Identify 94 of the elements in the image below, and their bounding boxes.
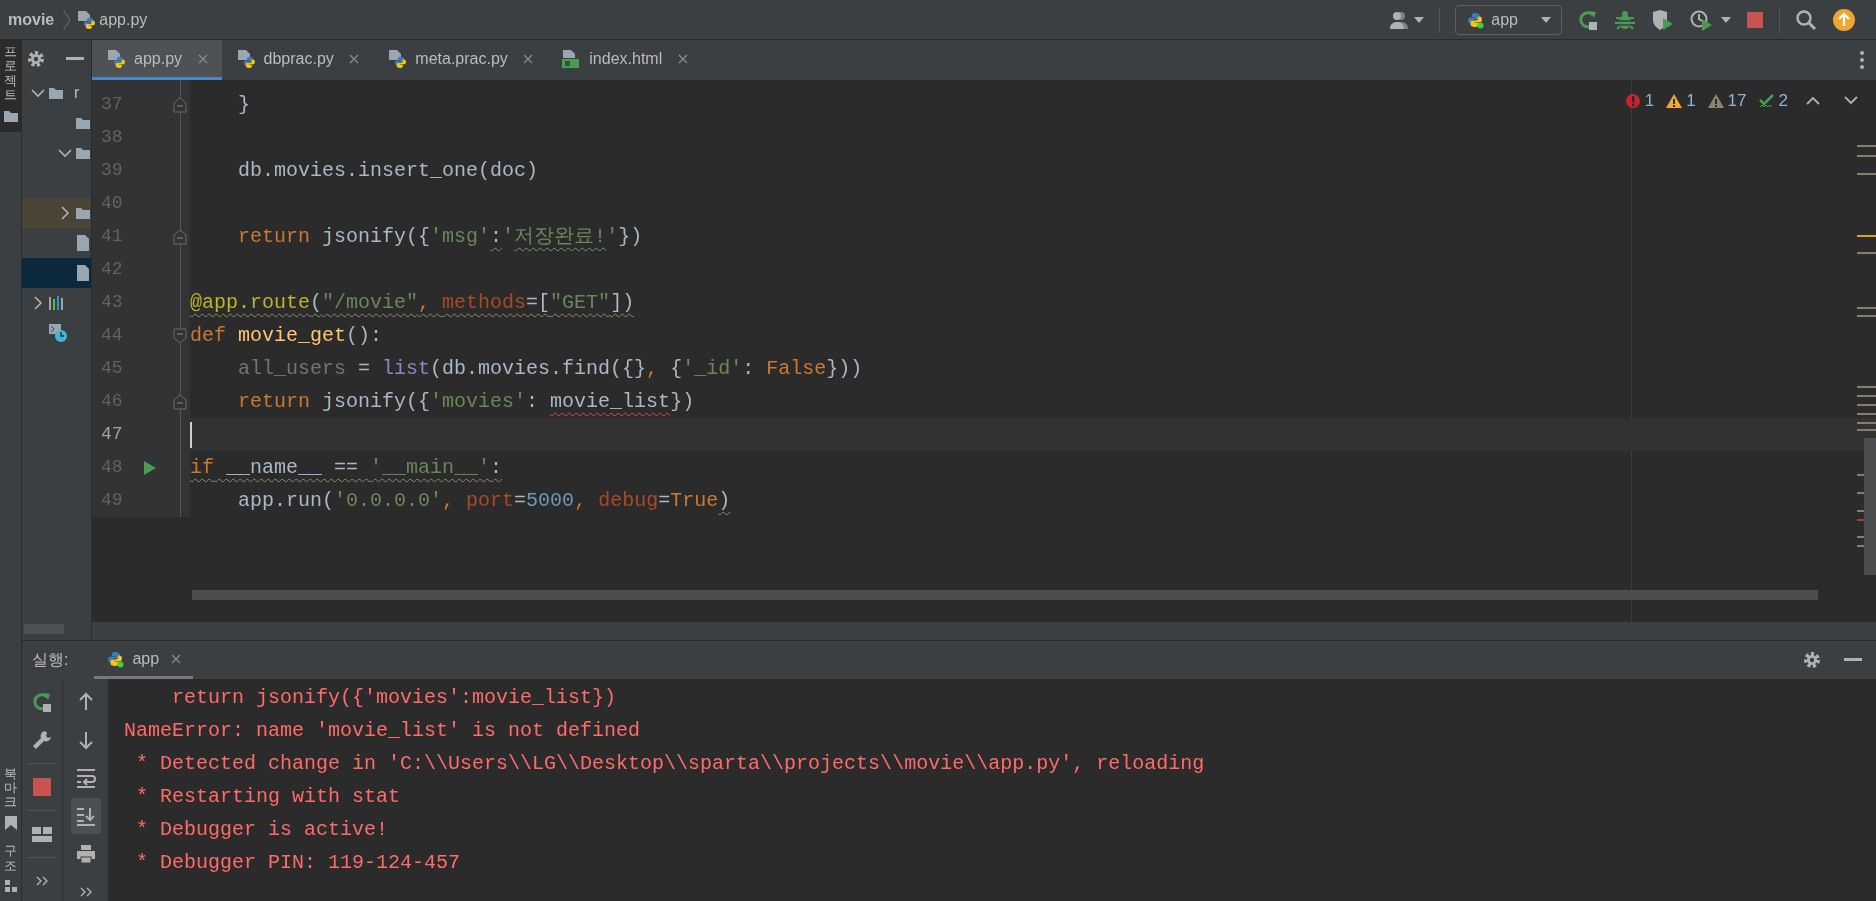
python-file-icon [106, 48, 126, 69]
chevron-right-icon [61, 9, 72, 30]
folder-icon [75, 205, 91, 221]
breadcrumb-item[interactable]: movie [8, 7, 55, 32]
chevron-down-icon [31, 88, 45, 98]
folder-icon [2, 108, 19, 125]
update-icon[interactable] [1832, 7, 1856, 32]
toggle-button[interactable] [70, 798, 101, 834]
users-icon [1388, 9, 1411, 30]
warning-icon[interactable] [1666, 92, 1683, 109]
bug-icon[interactable] [1613, 8, 1636, 31]
warning-icon[interactable] [1707, 92, 1724, 109]
structure-icon [3, 879, 18, 893]
code-line: return jsonify({'msg':'저장완료!'}) [237, 223, 643, 250]
more-vertical-icon[interactable] [1860, 51, 1864, 69]
search-icon[interactable] [1795, 8, 1817, 31]
console-line: * Debugger is active! [135, 817, 390, 843]
panel-title: 실행: [32, 650, 69, 670]
editor-tab[interactable]: index.html [547, 40, 702, 80]
clock-play-icon [1689, 8, 1714, 31]
problem-count[interactable]: 1 [1644, 88, 1655, 114]
caret-down-icon [1540, 16, 1551, 23]
run-configuration-dropdown[interactable]: app [1454, 4, 1562, 35]
rerun-icon[interactable] [31, 691, 53, 713]
problem-count[interactable]: 2 [1778, 88, 1788, 114]
console-line: * Debugger PIN: 119-124-457 [135, 850, 462, 876]
problem-count[interactable]: 1 [1686, 88, 1696, 114]
code-line: } [237, 91, 250, 118]
code-line: if __name__ == '__main__': [190, 454, 503, 481]
console-line: * Detected change in 'C:\\Users\\LG\\Desktop\\sparta\\projects\\movie\\app.py', reloading [135, 751, 1206, 777]
bookmark-icon [3, 815, 18, 832]
code-line: def movie_get(): [190, 322, 383, 349]
wrench-icon[interactable] [31, 729, 53, 751]
minimize-icon[interactable] [1844, 658, 1862, 662]
editor-tab[interactable]: meta.prac.py [373, 40, 548, 80]
tool-window-button[interactable]: 프로젝트 [0, 40, 22, 133]
tree-item[interactable]: r [22, 78, 91, 108]
code-line: @app.route("/movie", methods=["GET"]) [190, 289, 635, 316]
scrollbar-thumb[interactable] [192, 590, 1818, 600]
bar-chart-icon [48, 295, 66, 311]
python-file-icon [75, 9, 96, 30]
close-button[interactable] [523, 53, 534, 64]
code-line: return jsonify({'movies': movie_list}) [237, 388, 695, 415]
close-button[interactable] [349, 53, 360, 64]
down-arrow-icon[interactable] [77, 730, 94, 750]
breadcrumb-item[interactable]: app.py [99, 7, 148, 32]
settings-icon[interactable] [26, 49, 46, 69]
console-line: * Restarting with stat [135, 784, 402, 810]
up-arrow-icon[interactable] [77, 692, 94, 712]
tree-item[interactable] [22, 198, 91, 228]
scrollbar-thumb[interactable] [1864, 438, 1876, 575]
scroll-to-end-icon[interactable] [75, 806, 96, 826]
console-line: return jsonify({'movies':movie_list}) [171, 685, 618, 711]
close-button[interactable] [197, 53, 208, 64]
minimize-icon[interactable] [66, 57, 84, 61]
settings-icon[interactable] [1801, 650, 1822, 670]
editor-tab[interactable]: dbprac.py [221, 40, 374, 80]
folder-icon [75, 145, 91, 161]
soft-wrap-icon[interactable] [75, 768, 96, 788]
tool-window-button[interactable]: 구조 [0, 839, 22, 901]
chevron-right-icon [33, 296, 43, 310]
caret-down-icon [1721, 16, 1731, 23]
close-button[interactable] [677, 53, 688, 64]
account-button[interactable] [1388, 9, 1424, 30]
rerun-icon[interactable] [1576, 8, 1599, 31]
tree-item[interactable] [22, 258, 91, 288]
shield-play-icon[interactable] [1650, 8, 1675, 31]
python-file-icon [235, 48, 256, 69]
folder-icon [75, 115, 91, 131]
caret-down-icon [1413, 16, 1424, 23]
stop-icon[interactable] [1746, 10, 1764, 29]
close-button[interactable] [170, 653, 181, 664]
tool-window-button[interactable]: 북마크 [0, 761, 22, 840]
editor-tab[interactable]: app.py [92, 40, 222, 80]
error-icon[interactable] [1624, 92, 1641, 109]
chevron-right-icon [60, 206, 70, 220]
more-icon[interactable] [79, 887, 92, 897]
python-file-icon [387, 48, 408, 69]
line-number: 47 [100, 423, 124, 446]
check-icon[interactable] [1758, 92, 1775, 109]
code-line: all_users = list(db.movies.find({}, {'_id': False})) [237, 355, 863, 382]
code-line: db.movies.insert_one(doc) [237, 157, 539, 184]
run-icon[interactable] [143, 459, 157, 476]
more-icon[interactable] [36, 876, 48, 886]
layout-icon[interactable] [32, 826, 52, 842]
console-clock-icon [48, 323, 68, 343]
profile-button[interactable] [1689, 8, 1731, 31]
problem-count[interactable]: 17 [1727, 88, 1747, 114]
folder-icon [48, 85, 66, 101]
console-line: NameError: name 'movie_list' is not defined [124, 718, 642, 744]
html-file-icon [561, 48, 582, 69]
print-icon[interactable] [75, 844, 96, 864]
chevron-down-icon [58, 148, 72, 158]
code-line: app.run('0.0.0.0', port=5000, debug=True) [237, 487, 731, 514]
